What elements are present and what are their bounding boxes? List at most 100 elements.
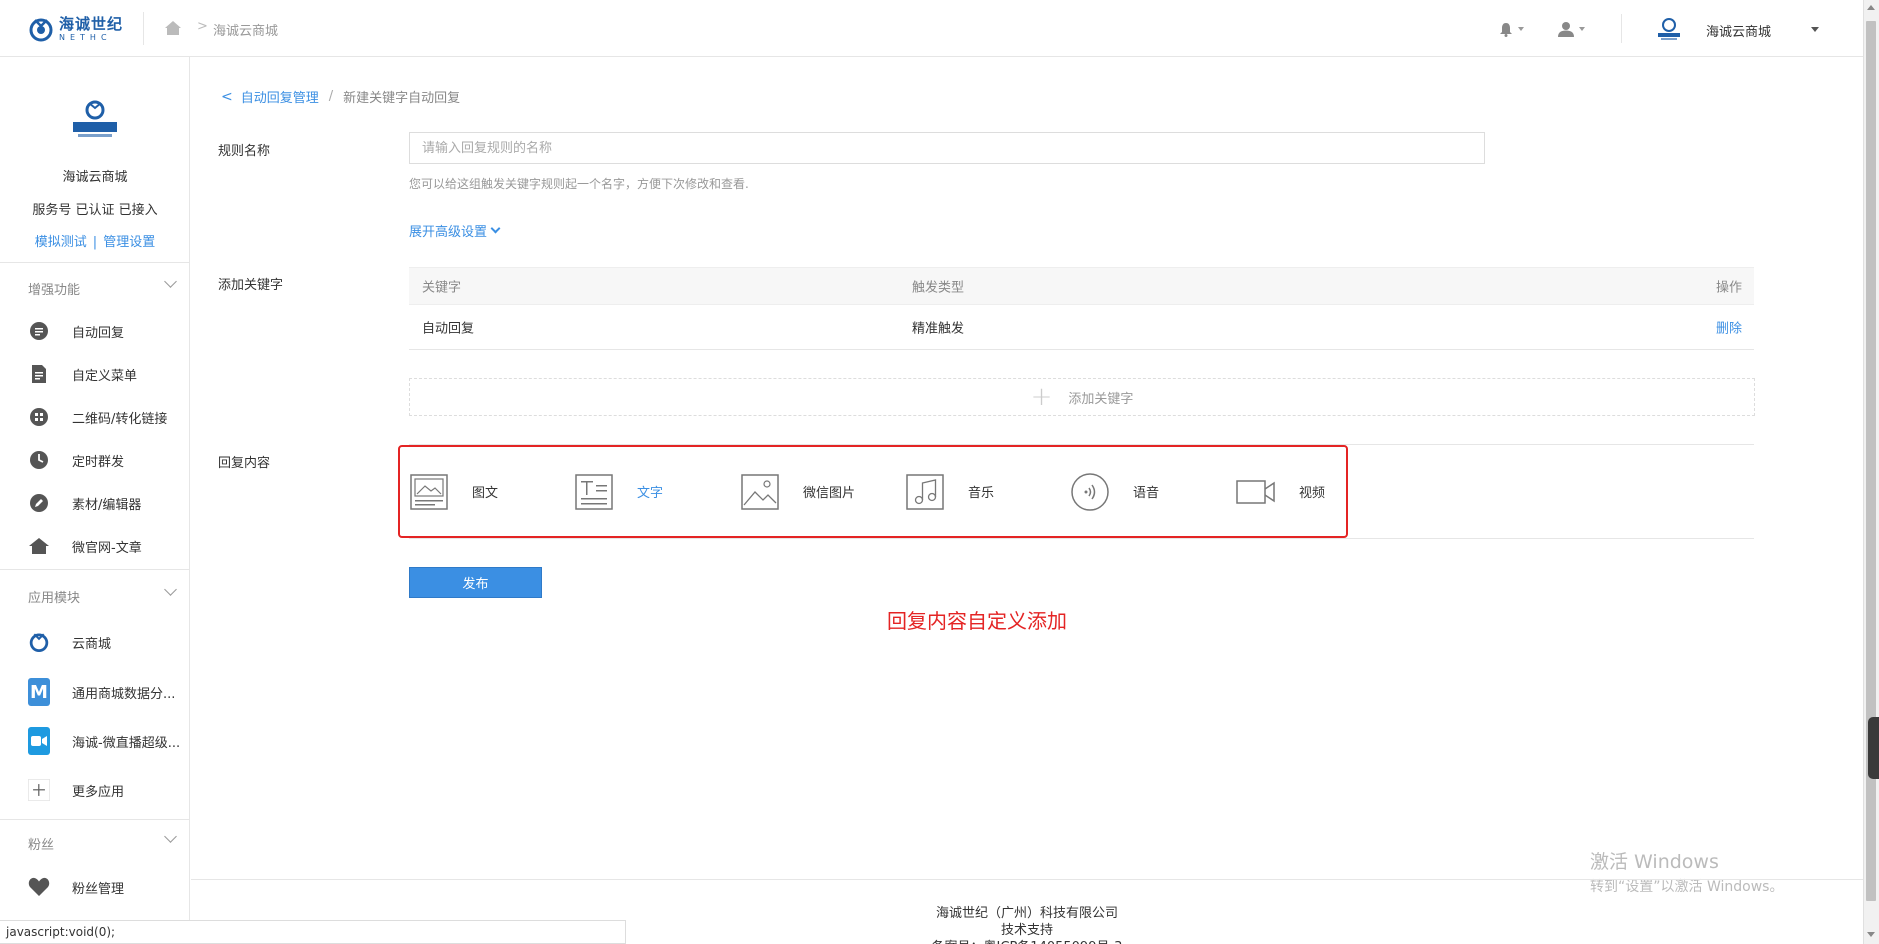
voice-icon — [1070, 472, 1110, 512]
bell-icon — [1500, 22, 1512, 37]
annotation-note: 回复内容自定义添加 — [887, 609, 1067, 633]
main-content: < 自动回复管理 / 新建关键字自动回复 规则名称 您可以给这组触发关键字规则起… — [191, 57, 1863, 944]
chevron-down-icon — [490, 223, 501, 234]
breadcrumb-separator: > — [197, 19, 208, 34]
sidebar-item-live-stream[interactable]: 海诚-微直播超级... — [0, 723, 190, 759]
chevron-down-icon[interactable] — [164, 583, 177, 596]
sidebar-item-auto-reply[interactable]: 自动回复 — [0, 313, 190, 349]
news-icon — [409, 472, 449, 512]
sidebar-item-label: 定时群发 — [72, 454, 125, 470]
divider — [0, 569, 190, 570]
home-icon[interactable] — [164, 19, 182, 37]
divider — [409, 538, 1754, 539]
breadcrumb-current: 新建关键字自动回复 — [343, 91, 461, 106]
reply-type-label: 文字 — [637, 486, 664, 501]
live-video-icon — [28, 727, 50, 755]
reply-type-label: 微信图片 — [803, 486, 856, 501]
link-separator: | — [92, 235, 98, 250]
user-icon — [1558, 22, 1574, 37]
sidebar-item-more-apps[interactable]: 更多应用 — [0, 772, 190, 808]
sidebar-item-label: 自定义菜单 — [72, 368, 138, 384]
logo-text: 海诚世纪 NETHC — [59, 16, 123, 42]
reply-content-label: 回复内容 — [218, 456, 271, 471]
group-title-enhanced[interactable]: 增强功能 — [28, 279, 80, 298]
pencil-icon — [28, 492, 50, 514]
scroll-up-arrow-icon[interactable] — [1867, 5, 1875, 10]
add-keyword-button[interactable]: + 添加关键字 — [409, 378, 1755, 416]
breadcrumb-separator: / — [328, 89, 334, 104]
account-avatar[interactable] — [1655, 17, 1683, 41]
plus-icon — [28, 779, 50, 801]
chevron-down-icon — [1579, 27, 1585, 31]
account-name[interactable]: 海诚云商城 — [1706, 21, 1771, 40]
plus-icon: + — [1030, 382, 1053, 412]
user-menu-button[interactable] — [1558, 19, 1592, 39]
back-chevron-icon[interactable]: < — [221, 89, 233, 105]
m-app-icon: M — [28, 678, 50, 706]
breadcrumb-parent-link[interactable]: 自动回复管理 — [241, 87, 319, 106]
activation-watermark-title: 激活 Windows — [1590, 851, 1719, 873]
column-header-trigger: 触发类型 — [912, 280, 965, 296]
chevron-down-icon[interactable] — [164, 275, 177, 288]
sidebar-item-custom-menu[interactable]: 自定义菜单 — [0, 356, 190, 392]
notification-button[interactable] — [1499, 20, 1529, 38]
reply-type-video[interactable]: 视频 — [1236, 447, 1325, 536]
sidebar-item-label: 粉丝管理 — [72, 881, 125, 897]
group-title-app-modules[interactable]: 应用模块 — [28, 587, 80, 606]
keyword-cell: 自动回复 — [422, 321, 475, 337]
reply-type-image[interactable]: 微信图片 — [740, 447, 855, 536]
top-breadcrumb-current[interactable]: 海诚云商城 — [213, 20, 278, 39]
sidebar: 海诚云商城 服务号 已认证 已接入 模拟测试 | 管理设置 增强功能 自动回复 自定… — [0, 57, 190, 944]
chevron-down-icon — [1518, 27, 1524, 31]
reply-type-voice[interactable]: 语音 — [1070, 447, 1159, 536]
advanced-settings-toggle[interactable]: 展开高级设置 — [409, 221, 501, 240]
reply-type-label: 图文 — [472, 486, 499, 501]
divider — [1621, 14, 1622, 43]
brand-logo[interactable]: 海诚世纪 NETHC — [27, 14, 127, 44]
scroll-down-arrow-icon[interactable] — [1867, 932, 1875, 937]
sidebar-item-qrcode[interactable]: 二维码/转化链接 — [0, 399, 190, 435]
cloud-mall-icon — [28, 631, 50, 653]
top-bar: 海诚世纪 NETHC > 海诚云商城 海诚云商城 — [0, 0, 1863, 57]
column-header-action: 操作 — [1715, 280, 1742, 296]
sidebar-item-mall-analytics[interactable]: M 通用商城数据分... — [0, 674, 190, 710]
simulate-test-link[interactable]: 模拟测试 — [35, 235, 87, 250]
account-dropdown-chevron-icon[interactable] — [1811, 27, 1819, 32]
sidebar-item-fan-management[interactable]: 粉丝管理 — [0, 869, 190, 905]
chevron-down-icon[interactable] — [164, 830, 177, 843]
reply-type-news[interactable]: 图文 — [409, 447, 498, 536]
delete-keyword-link[interactable]: 删除 — [1716, 318, 1742, 337]
house-icon — [28, 535, 50, 557]
sidebar-links: 模拟测试 | 管理设置 — [0, 231, 190, 250]
reply-type-label: 视频 — [1299, 486, 1326, 501]
reply-type-music[interactable]: 音乐 — [905, 447, 994, 536]
reply-type-text[interactable]: 文字 — [574, 447, 663, 536]
sidebar-item-cloud-mall[interactable]: 云商城 — [0, 624, 190, 660]
sidebar-account-name: 海诚云商城 — [62, 170, 128, 185]
manage-settings-link[interactable]: 管理设置 — [103, 235, 155, 250]
qrcode-icon — [28, 406, 50, 428]
add-keyword-button-label: 添加关键字 — [1068, 391, 1134, 407]
reply-type-label: 音乐 — [968, 486, 995, 501]
sidebar-item-material-editor[interactable]: 素材/编辑器 — [0, 485, 190, 521]
sidebar-item-scheduled-broadcast[interactable]: 定时群发 — [0, 442, 190, 478]
video-icon — [1236, 472, 1276, 512]
heart-icon — [28, 876, 50, 898]
add-keyword-label: 添加关键字 — [218, 278, 284, 293]
sidebar-item-label: 通用商城数据分... — [72, 686, 176, 702]
reply-type-label: 语音 — [1133, 486, 1160, 501]
logo-subtitle: NETHC — [59, 32, 112, 42]
account-logo — [73, 100, 117, 137]
rule-name-input[interactable] — [409, 132, 1485, 164]
sidebar-item-micro-site[interactable]: 微官网-文章 — [0, 528, 190, 564]
side-widget-tab[interactable] — [1868, 717, 1879, 779]
music-icon — [905, 472, 945, 512]
table-header: 关键字 触发类型 操作 — [409, 267, 1754, 305]
publish-button[interactable]: 发布 — [409, 567, 542, 598]
sidebar-item-label: 二维码/转化链接 — [72, 411, 168, 427]
table-row: 自动回复 精准触发 删除 — [409, 305, 1754, 350]
breadcrumb: < 自动回复管理 / 新建关键字自动回复 — [221, 87, 461, 107]
trigger-type-cell: 精准触发 — [912, 321, 965, 337]
group-title-fans[interactable]: 粉丝 — [28, 834, 54, 853]
clock-icon — [28, 449, 50, 471]
